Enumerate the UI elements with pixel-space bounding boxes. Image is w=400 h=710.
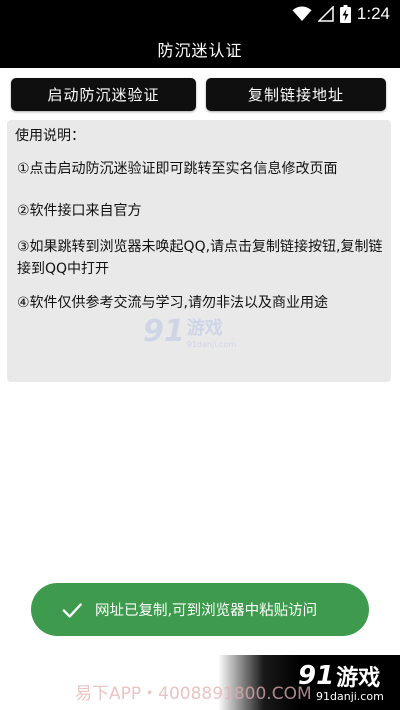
start-verify-button[interactable]: 启动防沉迷验证 <box>11 78 196 111</box>
status-icons: 1:24 <box>292 4 390 24</box>
brand-logo-number: 91 <box>298 661 335 691</box>
app-bar: 防沉迷认证 <box>0 30 400 68</box>
instructions-title: 使用说明： <box>15 128 85 144</box>
brand-logo-url: 91danji.com <box>316 690 384 703</box>
watermark-logo-url: 91danji.com <box>186 340 237 349</box>
status-bar: 1:24 <box>0 0 400 30</box>
instruction-item: ①点击启动防沉迷验证即可跳转至实名信息修改页面 <box>17 161 338 177</box>
brand-logo-name: 游戏 <box>336 666 381 691</box>
copied-toast: 网址已复制,可到浏览器中粘贴访问 <box>31 583 369 636</box>
copy-link-button[interactable]: 复制链接地址 <box>206 78 386 111</box>
instruction-item: ③如果跳转到浏览器未唤起QQ,请点击复制链接按钮,复制链接到QQ中打开 <box>17 239 383 277</box>
bottom-watermark-text: 易下APP・4008891800.COM <box>75 684 312 704</box>
instruction-item: ④软件仅供参考交流与学习,请勿非法以及商业用途 <box>17 295 328 311</box>
page-title: 防沉迷认证 <box>157 41 243 60</box>
signal-icon <box>317 6 334 22</box>
watermark-logo-number: 91 <box>143 314 185 349</box>
wifi-icon <box>292 6 312 22</box>
status-time: 1:24 <box>356 4 390 23</box>
check-icon <box>62 602 82 618</box>
watermark-logo-text: 游戏 <box>186 318 223 339</box>
toast-message: 网址已复制,可到浏览器中粘贴访问 <box>95 603 318 619</box>
battery-charging-icon <box>339 5 351 23</box>
watermark-logo: 91 游戏 91danji.com <box>143 314 236 349</box>
brand-logo: 91 游戏 91danji.com <box>298 660 384 703</box>
instruction-item: ②软件接口来自官方 <box>17 203 142 219</box>
